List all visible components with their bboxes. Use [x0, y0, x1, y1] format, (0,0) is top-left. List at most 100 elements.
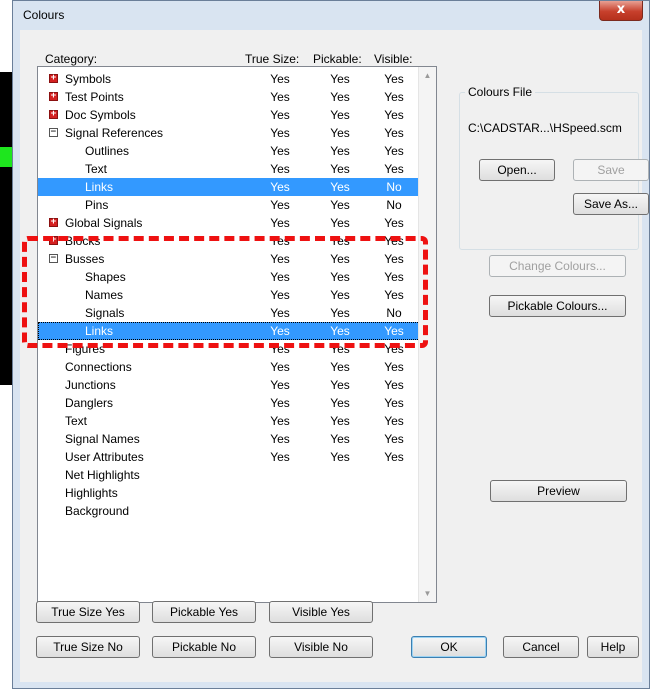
- list-row[interactable]: + Doc Symbols Yes Yes Yes: [38, 106, 420, 124]
- row-pickable[interactable]: Yes: [320, 124, 360, 142]
- row-true-size[interactable]: Yes: [260, 358, 300, 376]
- row-true-size[interactable]: Yes: [260, 142, 300, 160]
- row-category: Text: [85, 162, 108, 176]
- close-icon[interactable]: x: [599, 1, 643, 21]
- row-true-size[interactable]: Yes: [260, 214, 300, 232]
- visible-yes-button[interactable]: Visible Yes: [269, 601, 373, 623]
- row-pickable[interactable]: Yes: [320, 160, 360, 178]
- row-visible[interactable]: Yes: [374, 376, 414, 394]
- list-row[interactable]: Danglers Yes Yes Yes: [38, 394, 420, 412]
- save-as-button[interactable]: Save As...: [573, 193, 649, 215]
- row-pickable[interactable]: Yes: [320, 106, 360, 124]
- row-pickable[interactable]: Yes: [320, 448, 360, 466]
- row-true-size[interactable]: Yes: [260, 412, 300, 430]
- visible-no-button[interactable]: Visible No: [269, 636, 373, 658]
- row-category: Test Points: [65, 90, 124, 104]
- row-true-size[interactable]: Yes: [260, 448, 300, 466]
- row-visible[interactable]: Yes: [374, 214, 414, 232]
- collapse-icon[interactable]: −: [49, 128, 58, 137]
- row-pickable[interactable]: Yes: [320, 358, 360, 376]
- row-true-size[interactable]: Yes: [260, 70, 300, 88]
- list-row[interactable]: + Symbols Yes Yes Yes: [38, 70, 420, 88]
- list-row[interactable]: Background: [38, 502, 420, 520]
- row-true-size[interactable]: Yes: [260, 106, 300, 124]
- row-pickable[interactable]: Yes: [320, 196, 360, 214]
- change-colours-button[interactable]: Change Colours...: [489, 255, 626, 277]
- category-header: Category:: [45, 52, 98, 66]
- expand-icon[interactable]: +: [49, 110, 58, 119]
- row-pickable[interactable]: Yes: [320, 430, 360, 448]
- row-pickable[interactable]: Yes: [320, 214, 360, 232]
- list-row[interactable]: Connections Yes Yes Yes: [38, 358, 420, 376]
- save-button[interactable]: Save: [573, 159, 649, 181]
- row-visible[interactable]: Yes: [374, 124, 414, 142]
- row-pickable[interactable]: Yes: [320, 376, 360, 394]
- list-row[interactable]: Highlights: [38, 484, 420, 502]
- list-row[interactable]: User Attributes Yes Yes Yes: [38, 448, 420, 466]
- row-pickable[interactable]: Yes: [320, 394, 360, 412]
- row-visible[interactable]: Yes: [374, 448, 414, 466]
- visible-header: Visible:: [374, 52, 413, 66]
- list-row[interactable]: Outlines Yes Yes Yes: [38, 142, 420, 160]
- row-visible[interactable]: Yes: [374, 70, 414, 88]
- row-category: User Attributes: [65, 450, 144, 464]
- row-category: Symbols: [65, 72, 112, 86]
- row-pickable[interactable]: Yes: [320, 412, 360, 430]
- dialog-client-area: Category: True Size: Pickable: Visible: …: [20, 30, 649, 682]
- row-true-size[interactable]: Yes: [260, 430, 300, 448]
- row-pickable[interactable]: Yes: [320, 142, 360, 160]
- row-pickable[interactable]: Yes: [320, 70, 360, 88]
- ok-button[interactable]: OK: [411, 636, 487, 658]
- list-row[interactable]: Junctions Yes Yes Yes: [38, 376, 420, 394]
- list-row[interactable]: Links Yes Yes No: [38, 178, 420, 196]
- title-bar: Colours x: [13, 1, 649, 27]
- pickable-colours-button[interactable]: Pickable Colours...: [489, 295, 626, 317]
- expand-icon[interactable]: +: [49, 92, 58, 101]
- row-visible[interactable]: Yes: [374, 106, 414, 124]
- row-visible[interactable]: Yes: [374, 160, 414, 178]
- list-row[interactable]: − Signal References Yes Yes Yes: [38, 124, 420, 142]
- row-visible[interactable]: No: [374, 196, 414, 214]
- row-true-size[interactable]: Yes: [260, 160, 300, 178]
- row-visible[interactable]: Yes: [374, 88, 414, 106]
- list-row[interactable]: Pins Yes Yes No: [38, 196, 420, 214]
- row-category: Highlights: [65, 486, 118, 500]
- row-visible[interactable]: Yes: [374, 412, 414, 430]
- cancel-button[interactable]: Cancel: [503, 636, 579, 658]
- row-true-size[interactable]: Yes: [260, 178, 300, 196]
- row-pickable[interactable]: Yes: [320, 88, 360, 106]
- true-size-no-button[interactable]: True Size No: [36, 636, 140, 658]
- row-true-size[interactable]: Yes: [260, 394, 300, 412]
- list-row[interactable]: Text Yes Yes Yes: [38, 412, 420, 430]
- row-category: Text: [65, 414, 88, 428]
- row-pickable[interactable]: Yes: [320, 178, 360, 196]
- row-true-size[interactable]: Yes: [260, 376, 300, 394]
- row-category: Pins: [85, 198, 109, 212]
- row-visible[interactable]: Yes: [374, 430, 414, 448]
- open-button[interactable]: Open...: [479, 159, 555, 181]
- list-row[interactable]: + Test Points Yes Yes Yes: [38, 88, 420, 106]
- row-visible[interactable]: No: [374, 178, 414, 196]
- expand-icon[interactable]: +: [49, 74, 58, 83]
- list-row[interactable]: + Global Signals Yes Yes Yes: [38, 214, 420, 232]
- row-visible[interactable]: Yes: [374, 394, 414, 412]
- row-category: Outlines: [85, 144, 130, 158]
- preview-button[interactable]: Preview: [490, 480, 627, 502]
- row-visible[interactable]: Yes: [374, 142, 414, 160]
- row-true-size[interactable]: Yes: [260, 88, 300, 106]
- list-row[interactable]: Signal Names Yes Yes Yes: [38, 430, 420, 448]
- pickable-yes-button[interactable]: Pickable Yes: [152, 601, 256, 623]
- pickable-no-button[interactable]: Pickable No: [152, 636, 256, 658]
- scroll-down-icon[interactable]: ▼: [419, 585, 436, 602]
- row-category: Signal References: [65, 126, 164, 140]
- row-true-size[interactable]: Yes: [260, 124, 300, 142]
- row-visible[interactable]: Yes: [374, 358, 414, 376]
- true-size-yes-button[interactable]: True Size Yes: [36, 601, 140, 623]
- scroll-up-icon[interactable]: ▲: [419, 67, 436, 84]
- list-row[interactable]: Net Highlights: [38, 466, 420, 484]
- list-row[interactable]: Text Yes Yes Yes: [38, 160, 420, 178]
- row-true-size[interactable]: Yes: [260, 196, 300, 214]
- expand-icon[interactable]: +: [49, 218, 58, 227]
- help-button[interactable]: Help: [587, 636, 639, 658]
- colours-file-group: Colours File C:\CADSTAR...\HSpeed.scm Op…: [459, 85, 649, 250]
